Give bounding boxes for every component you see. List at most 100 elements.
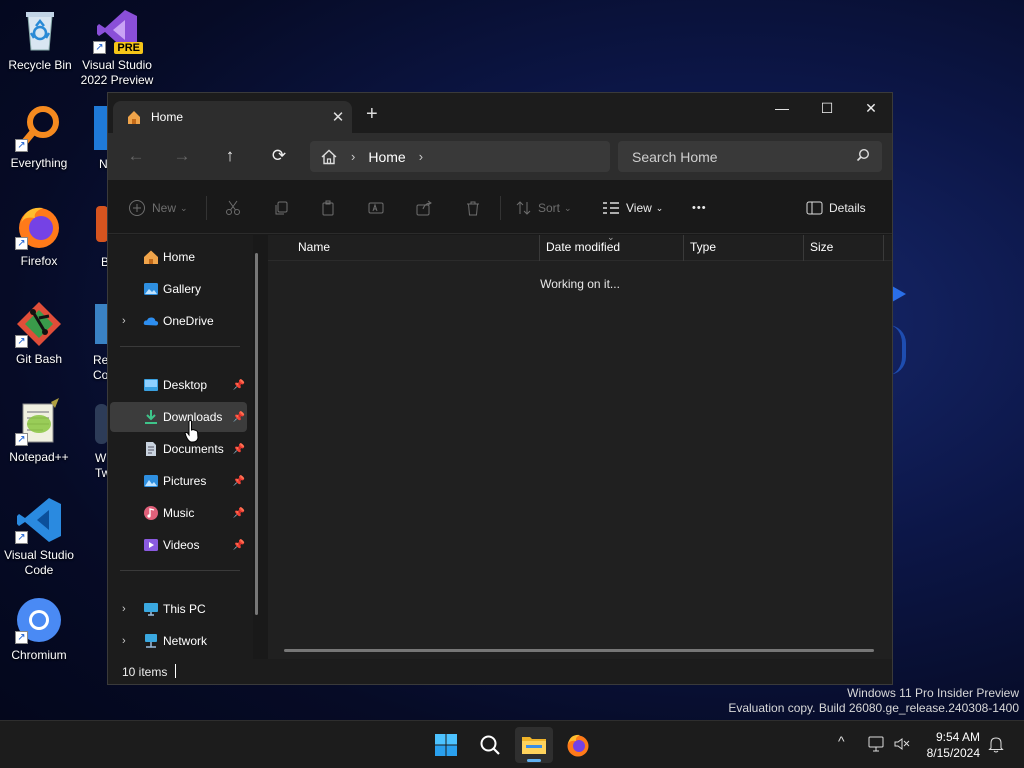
git-bash-icon: ↗ bbox=[15, 300, 63, 348]
volume-muted-icon[interactable] bbox=[893, 736, 911, 752]
sidebar-item-documents[interactable]: Documents 📌 bbox=[110, 434, 247, 464]
file-list[interactable]: Name Date modified ⌄ Type Size Working o… bbox=[268, 232, 892, 660]
start-button[interactable] bbox=[427, 727, 465, 763]
horizontal-scrollbar[interactable] bbox=[284, 649, 874, 652]
up-button[interactable]: ↑ bbox=[215, 144, 245, 168]
desktop-icon-firefox[interactable]: ↗ Firefox bbox=[0, 202, 79, 269]
column-header-size[interactable]: Size bbox=[810, 240, 833, 254]
column-divider[interactable] bbox=[683, 235, 684, 261]
desktop-icon-notepad-plus-plus[interactable]: ↗ Notepad++ bbox=[0, 398, 79, 465]
forward-button[interactable]: → bbox=[167, 144, 197, 168]
search-button[interactable] bbox=[471, 727, 509, 763]
rename-button[interactable] bbox=[368, 198, 390, 218]
more-options-button[interactable]: ••• bbox=[692, 198, 707, 218]
new-label: New bbox=[152, 201, 177, 215]
breadcrumb-separator[interactable]: › bbox=[351, 149, 355, 164]
column-divider[interactable] bbox=[883, 235, 884, 261]
maximize-button[interactable]: ☐ bbox=[805, 97, 849, 125]
pc-icon bbox=[144, 603, 158, 616]
sidebar-item-videos[interactable]: Videos 📌 bbox=[110, 530, 247, 560]
taskbar-file-explorer[interactable] bbox=[515, 727, 553, 763]
close-tab-icon[interactable]: ✕ bbox=[324, 108, 352, 126]
search-input[interactable]: Search Home bbox=[618, 141, 882, 172]
expand-chevron-icon[interactable]: › bbox=[122, 315, 126, 327]
desktop-icon-git-bash[interactable]: ↗ Git Bash bbox=[0, 300, 79, 367]
chevron-down-icon: ⌄ bbox=[564, 202, 572, 213]
tab-bar: Home ✕ + — ☐ ✕ bbox=[108, 93, 892, 133]
sidebar-item-home[interactable]: Home bbox=[110, 242, 247, 272]
shortcut-arrow-icon: ↗ bbox=[15, 237, 28, 250]
documents-icon bbox=[146, 442, 156, 456]
sidebar-item-downloads[interactable]: Downloads 📌 bbox=[110, 402, 247, 432]
shortcut-arrow-icon: ↗ bbox=[15, 139, 28, 152]
visual-studio-icon: PRE ↗ bbox=[93, 6, 143, 54]
network-status-icon[interactable] bbox=[867, 736, 885, 752]
new-button[interactable]: New ⌄ bbox=[128, 198, 188, 218]
refresh-button[interactable]: ⟳ bbox=[264, 144, 294, 168]
sidebar-item-this-pc[interactable]: › This PC bbox=[110, 594, 247, 624]
rename-icon bbox=[368, 202, 384, 214]
sidebar-item-label: Home bbox=[163, 250, 196, 264]
sort-indicator-icon: ⌄ bbox=[607, 232, 615, 242]
file-explorer-window[interactable]: Home ✕ + — ☐ ✕ ← → ↑ ⟳ › Home › Search H… bbox=[107, 92, 893, 685]
taskbar-firefox[interactable] bbox=[559, 727, 597, 763]
sidebar-item-onedrive[interactable]: › OneDrive bbox=[110, 306, 247, 336]
minimize-button[interactable]: — bbox=[760, 97, 804, 125]
desktop-icon-everything[interactable]: ↗ Everything bbox=[0, 104, 79, 171]
address-bar: ← → ↑ ⟳ › Home › Search Home bbox=[108, 133, 892, 180]
desktop-icon-chromium[interactable]: ↗ Chromium bbox=[0, 596, 79, 663]
column-header-name[interactable]: Name bbox=[298, 240, 330, 254]
clock[interactable]: 9:54 AM 8/15/2024 bbox=[927, 729, 980, 761]
desktop-icon-visual-studio-code[interactable]: ↗ Visual Studio Code bbox=[0, 496, 79, 578]
status-bar: 10 items bbox=[108, 659, 892, 684]
tray-overflow-chevron[interactable]: ^ bbox=[838, 733, 845, 749]
firefox-icon: ↗ bbox=[15, 202, 63, 250]
sort-button[interactable]: Sort ⌄ bbox=[516, 198, 572, 218]
expand-chevron-icon[interactable]: › bbox=[122, 635, 126, 647]
column-divider[interactable] bbox=[803, 235, 804, 261]
delete-button[interactable] bbox=[465, 198, 487, 218]
sidebar-item-label: Documents bbox=[163, 442, 224, 456]
back-button[interactable]: ← bbox=[121, 144, 151, 168]
copy-button[interactable] bbox=[273, 198, 295, 218]
cut-button[interactable] bbox=[225, 198, 247, 218]
os-watermark-line2: Evaluation copy. Build 26080.ge_release.… bbox=[728, 701, 1019, 715]
music-icon bbox=[144, 506, 158, 520]
view-button[interactable]: View ⌄ bbox=[602, 198, 663, 218]
desktop-icon-recycle-bin[interactable]: Recycle Bin bbox=[0, 6, 80, 73]
details-label: Details bbox=[829, 201, 866, 215]
nav-pane-scrollbar[interactable] bbox=[255, 253, 258, 615]
breadcrumb-separator[interactable]: › bbox=[419, 149, 423, 164]
tab-home[interactable]: Home ✕ bbox=[113, 101, 352, 133]
home-icon[interactable] bbox=[320, 148, 338, 166]
file-explorer-icon bbox=[522, 737, 546, 754]
desktop-icon-visual-studio-2022-preview[interactable]: PRE ↗ Visual Studio 2022 Preview bbox=[77, 6, 157, 88]
sidebar-item-network[interactable]: › Network bbox=[110, 626, 247, 656]
pin-icon: 📌 bbox=[232, 443, 245, 455]
column-header-type[interactable]: Type bbox=[690, 240, 716, 254]
desktop-icon-label: Visual Studio Code bbox=[4, 548, 74, 577]
navigation-pane[interactable]: Home Gallery › OneDrive Desktop 📌 Downlo… bbox=[108, 235, 253, 660]
gallery-icon bbox=[144, 283, 158, 295]
new-tab-button[interactable]: + bbox=[366, 103, 378, 126]
share-button[interactable] bbox=[416, 198, 438, 218]
pin-icon: 📌 bbox=[232, 539, 245, 551]
breadcrumb[interactable]: › Home › bbox=[310, 141, 610, 172]
share-icon bbox=[416, 200, 432, 216]
sidebar-item-gallery[interactable]: Gallery bbox=[110, 274, 247, 304]
sidebar-item-label: Music bbox=[163, 506, 195, 520]
clock-date: 8/15/2024 bbox=[926, 746, 980, 760]
sidebar-item-music[interactable]: Music 📌 bbox=[110, 498, 247, 528]
paste-button[interactable] bbox=[320, 198, 342, 218]
notepad-plus-plus-icon: ↗ bbox=[15, 398, 63, 446]
close-window-button[interactable]: ✕ bbox=[849, 97, 893, 125]
active-indicator bbox=[527, 759, 541, 762]
expand-chevron-icon[interactable]: › bbox=[122, 603, 126, 615]
notification-bell-icon[interactable] bbox=[988, 735, 1004, 753]
sidebar-divider bbox=[120, 346, 240, 347]
sidebar-item-desktop[interactable]: Desktop 📌 bbox=[110, 370, 247, 400]
sidebar-item-pictures[interactable]: Pictures 📌 bbox=[110, 466, 247, 496]
details-pane-button[interactable]: Details bbox=[806, 198, 866, 218]
breadcrumb-home[interactable]: Home bbox=[368, 149, 405, 165]
column-divider[interactable] bbox=[539, 235, 540, 261]
